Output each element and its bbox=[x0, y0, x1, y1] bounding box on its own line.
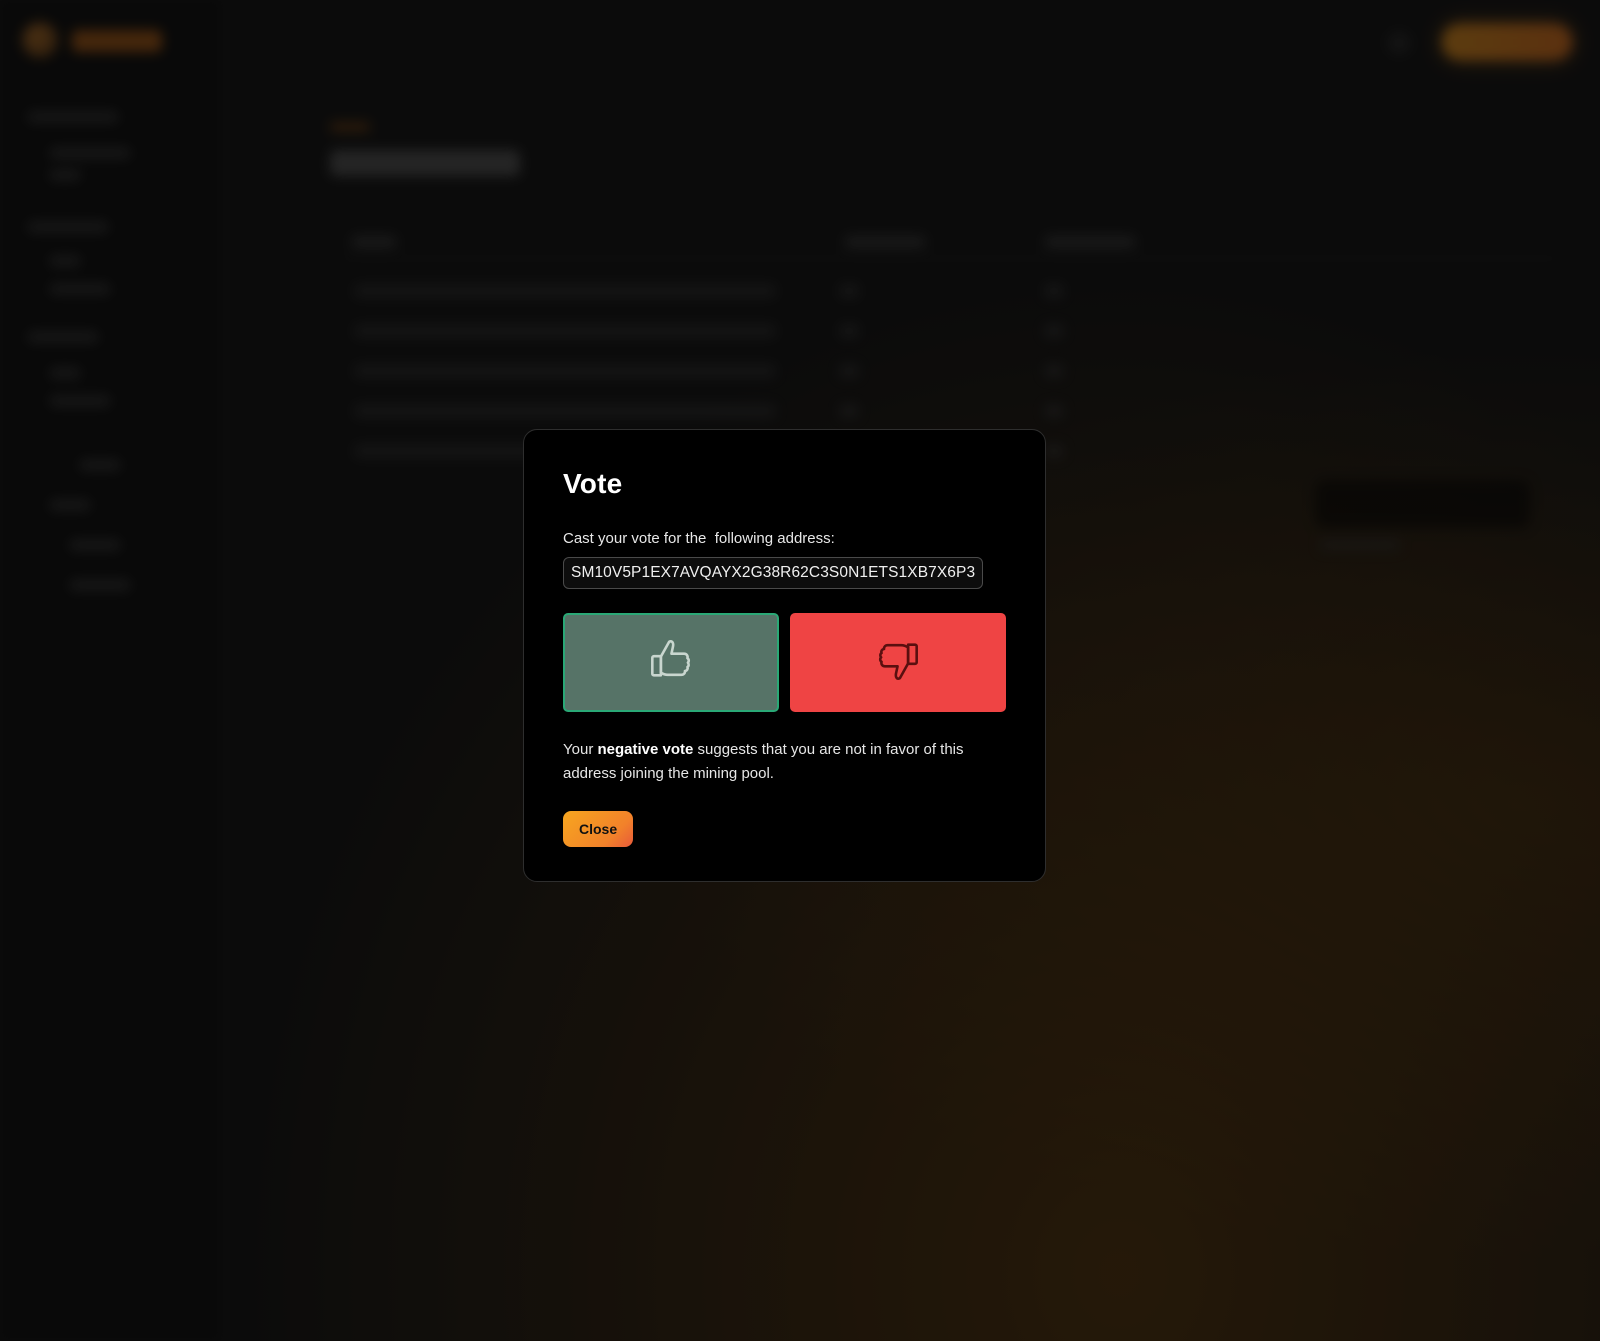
vote-options bbox=[563, 613, 1006, 712]
vote-down-button[interactable] bbox=[790, 613, 1006, 712]
modal-title: Vote bbox=[563, 468, 623, 499]
explanation-emphasis: negative vote bbox=[597, 741, 694, 758]
vote-modal: Vote Cast your vote for the following ad… bbox=[523, 429, 1046, 882]
explanation-prefix: Your bbox=[563, 741, 598, 758]
vote-up-button[interactable] bbox=[563, 613, 779, 712]
close-button[interactable]: Close bbox=[563, 811, 634, 847]
vote-explanation: Your negative vote suggests that you are… bbox=[563, 738, 1003, 786]
thumbs-up-icon bbox=[644, 633, 698, 692]
address-label: Cast your vote for the following address… bbox=[563, 530, 835, 547]
address-field[interactable]: SM10V5P1EX7AVQAYX2G38R62C3S0N1ETS1XB7X6P… bbox=[563, 557, 984, 589]
app-page: Vote Cast your vote for the following ad… bbox=[0, 0, 1600, 1341]
thumbs-down-icon bbox=[871, 633, 925, 692]
